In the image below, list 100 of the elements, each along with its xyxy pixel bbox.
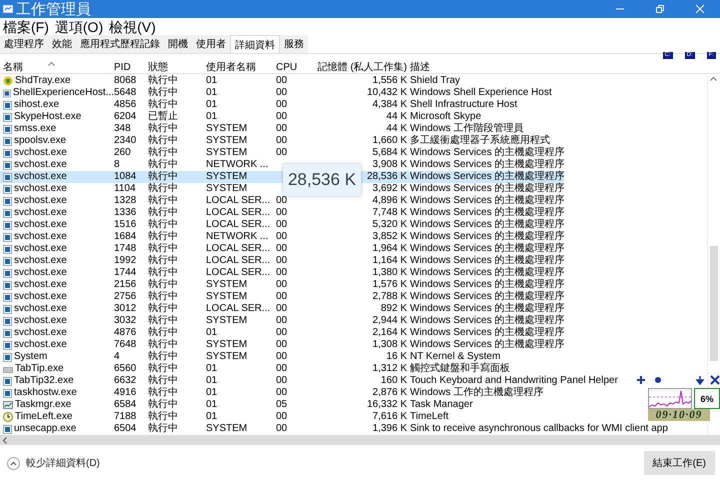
user-cell-text: 01	[206, 387, 218, 399]
user-cell-text: SYSTEM	[206, 171, 248, 183]
process-name: smss.exe	[14, 123, 56, 135]
pid-cell-text: 1336	[114, 207, 138, 219]
status-cell-text: 執行中	[148, 375, 179, 386]
down-arrow-icon[interactable]	[695, 375, 705, 385]
process-name: ShdTray.exe	[15, 75, 71, 87]
dot-icon[interactable]	[653, 375, 663, 385]
table-row[interactable]: svchost.exe 1336 執行中 LOCAL SER... 00 7,748 K Windows Services 的主機處理程序	[0, 207, 564, 219]
column-header[interactable]: 描述	[410, 60, 708, 74]
status-cell-text: 執行中	[148, 339, 179, 350]
scroll-thumb[interactable]	[710, 246, 718, 361]
table-row[interactable]: TabTip32.exe 6632 執行中 01 00 160 K Touch Keyboard and Handwriting Panel Helper	[0, 375, 618, 387]
table-row[interactable]: System 4 執行中 SYSTEM 00 16 K NT Kernel & System	[0, 351, 500, 363]
table-row[interactable]: svchost.exe 1328 執行中 LOCAL SER... 00 4,896 K Windows Services 的主機處理程序	[0, 195, 564, 207]
table-row[interactable]: svchost.exe 7648 執行中 SYSTEM 00 1,308 K Windows Services 的主機處理程序	[0, 339, 564, 351]
table-row[interactable]: smss.exe 348 執行中 SYSTEM 00 44 K Windows 工作階段管理員	[0, 123, 524, 135]
description-cell-text: Windows Services 的主機處理程序	[410, 171, 564, 182]
table-row[interactable]: svchost.exe 4876 執行中 01 00 2,164 K Windows Services 的主機處理程序	[0, 327, 564, 339]
status-cell-text: 執行中	[148, 423, 179, 435]
column-header[interactable]: 使用者名稱	[206, 60, 276, 74]
end-task-button[interactable]: 結束工作(E)	[644, 451, 715, 475]
cpu-cell-text: 00	[276, 195, 288, 207]
pid-cell-text: 260	[114, 147, 132, 159]
tab[interactable]: 開機	[164, 35, 192, 53]
memory-cell: 1,396 K	[372, 423, 407, 435]
column-header[interactable]: PID	[114, 62, 148, 72]
fewer-details-toggle[interactable]: 較少詳細資料(D)	[7, 456, 100, 470]
table-row[interactable]: ShellExperienceHost...5648 執行中 01 00 10,432 K Windows Shell Experience Host	[0, 87, 552, 99]
user-cell-text: LOCAL SER...	[206, 195, 272, 207]
table-row[interactable]: TabTip.exe 6560 執行中 01 00 1,312 K 觸控式鍵盤和手寫面板	[0, 363, 510, 375]
user-cell-text: SYSTEM	[206, 423, 248, 435]
tab[interactable]: 使用者	[192, 35, 230, 53]
table-row[interactable]: svchost.exe 1992 執行中 LOCAL SER... 00 1,164 K Windows Services 的主機處理程序	[0, 255, 564, 267]
user-cell-text: LOCAL SER...	[206, 243, 272, 255]
tab[interactable]: 效能	[48, 35, 76, 53]
table-row[interactable]: TimeLeft.exe 7188 執行中 01 00 7,616 K TimeLeft	[0, 411, 449, 423]
table-row[interactable]: svchost.exe 3012 執行中 LOCAL SER... 00 892 K Windows Services 的主機處理程序	[0, 303, 564, 315]
table-row[interactable]: svchost.exe 2156 執行中 SYSTEM 00 1,576 K Windows Services 的主機處理程序	[0, 279, 564, 291]
description-cell: Shield Tray	[410, 75, 460, 87]
table-row[interactable]: taskhostw.exe 4916 執行中 01 00 2,876 K Windows 工作的主機處理程序	[0, 387, 544, 399]
pid-cell-text: 1104	[114, 183, 137, 195]
column-header[interactable]: 狀態	[148, 60, 206, 74]
memory-cell: 3,852 K	[372, 231, 407, 243]
tab[interactable]: 應用程式歷程記錄	[76, 35, 164, 53]
table-row[interactable]: svchost.exe 2756 執行中 SYSTEM 00 2,788 K Windows Services 的主機處理程序	[0, 291, 564, 303]
column-header[interactable]: 記憶體 (私人工作集)	[316, 60, 410, 74]
cpu-cell-text: 00	[276, 135, 288, 147]
close-icon[interactable]	[710, 375, 720, 385]
plus-icon[interactable]	[636, 375, 646, 385]
pid-cell-text: 7648	[114, 339, 138, 351]
user-cell-text: SYSTEM	[206, 123, 248, 135]
menu-item[interactable]: 選項(O)	[54, 18, 104, 34]
table-row[interactable]: SkypeHost.exe 6204 已暫止 01 00 44 K Microsoft Skype	[0, 111, 482, 123]
description-cell: TimeLeft	[410, 411, 449, 423]
status-cell-text: 執行中	[148, 159, 179, 170]
table-row[interactable]: spoolsv.exe 2340 執行中 SYSTEM 00 1,660 K 多工緩衝處理器子系統應用程式	[0, 135, 550, 147]
tab[interactable]: 詳細資料	[230, 35, 280, 53]
process-name: svchost.exe	[14, 243, 67, 255]
table-row[interactable]: ShdTray.exe 8068 執行中 01 00 1,556 K Shield Tray	[0, 75, 460, 87]
cpu-cell-text: 00	[276, 123, 288, 135]
table-row[interactable]: Taskmgr.exe 6584 執行中 01 05 16,332 K Task Manager	[0, 399, 473, 411]
clock-icon	[3, 412, 13, 422]
pid-cell-text: 2156	[114, 279, 138, 291]
table-row[interactable]: svchost.exe 1516 執行中 LOCAL SER... 00 5,320 K Windows Services 的主機處理程序	[0, 219, 564, 231]
pid-cell-text: 8	[114, 159, 121, 171]
process-name: unsecapp.exe	[14, 423, 76, 435]
cpu-cell-text: 00	[276, 279, 288, 291]
memory-cell: 3,692 K	[372, 183, 407, 195]
status-cell-text: 執行中	[148, 231, 179, 242]
cpu-cell-text: 00	[276, 411, 288, 423]
description-cell-text: Windows Services 的主機處理程序	[410, 255, 564, 266]
table-row[interactable]: svchost.exe 1744 執行中 LOCAL SER... 00 1,380 K Windows Services 的主機處理程序	[0, 267, 564, 279]
memory-cell: 5,320 K	[372, 219, 407, 231]
table-row[interactable]: svchost.exe 260 執行中 SYSTEM 00 5,684 K Windows Services 的主機處理程序	[0, 147, 564, 159]
tab[interactable]: 處理程序	[0, 35, 48, 53]
scroll-up-icon[interactable]	[710, 77, 717, 81]
menu-item[interactable]: 檢視(V)	[109, 18, 156, 34]
table-row[interactable]: sihost.exe 4856 執行中 01 00 4,384 K Shell Infrastructure Host	[0, 99, 518, 111]
table-row[interactable]: svchost.exe 3032 執行中 SYSTEM 00 2,944 K Windows Services 的主機處理程序	[0, 315, 564, 327]
description-cell-text: Windows Services 的主機處理程序	[410, 267, 564, 278]
pid-cell-text: 2756	[114, 291, 138, 303]
memory-cell: 4,384 K	[372, 99, 407, 111]
table-row[interactable]: svchost.exe 1748 執行中 LOCAL SER... 00 1,964 K Windows Services 的主機處理程序	[0, 243, 564, 255]
status-cell-text: 執行中	[148, 207, 179, 218]
memory-cell: 16 K	[386, 351, 407, 363]
keyboard-icon	[3, 364, 13, 374]
memory-cell: 1,576 K	[372, 279, 407, 291]
sort-caret-icon	[48, 62, 55, 66]
horizontal-scrollbar[interactable]	[0, 435, 720, 445]
process-name: svchost.exe	[14, 303, 67, 315]
column-header[interactable]: 名稱	[0, 60, 114, 74]
table-row[interactable]: unsecapp.exe 6504 執行中 SYSTEM 00 1,396 K Sink to receive asynchronous callbacks for WMI client app	[0, 423, 668, 435]
column-header[interactable]: CPU	[276, 62, 316, 72]
table-row[interactable]: svchost.exe 1684 執行中 NETWORK ... 00 3,852 K Windows Services 的主機處理程序	[0, 231, 564, 243]
scroll-left-icon[interactable]	[3, 436, 7, 444]
tab[interactable]: 服務	[280, 35, 308, 53]
status-cell-text: 執行中	[148, 387, 179, 398]
menu-item[interactable]: 檔案(F)	[3, 18, 49, 34]
process-name: SkypeHost.exe	[14, 111, 82, 123]
